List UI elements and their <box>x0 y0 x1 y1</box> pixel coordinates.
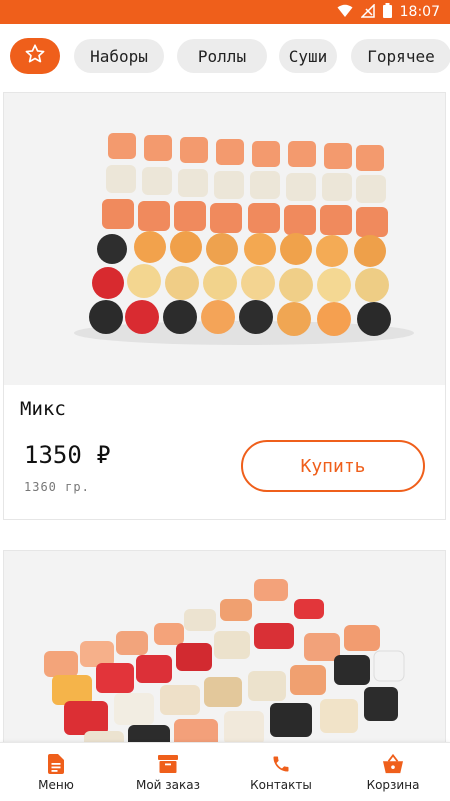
nav-label-cart: Корзина <box>366 778 420 792</box>
nav-item-cart[interactable]: Корзина <box>337 743 449 801</box>
status-icons: 18:07 <box>337 2 440 22</box>
status-time: 18:07 <box>399 4 440 20</box>
product-card[interactable]: Микс 1350 ₽ 1360 гр. Купить <box>3 92 446 520</box>
nav-item-contacts[interactable]: Контакты <box>225 743 337 801</box>
nav-item-menu[interactable]: Меню <box>0 743 112 801</box>
tab-rolls[interactable]: Роллы <box>177 39 267 73</box>
tab-sets-label: Наборы <box>90 46 148 66</box>
tab-hot-label: Горячее <box>367 46 435 66</box>
favorites-button[interactable] <box>10 38 60 74</box>
product-list: Микс 1350 ₽ 1360 гр. Купить <box>0 90 450 742</box>
no-signal-icon <box>359 2 375 22</box>
wifi-icon <box>337 3 353 22</box>
box-icon <box>156 752 180 776</box>
document-icon <box>44 752 68 776</box>
product-image[interactable] <box>4 551 445 742</box>
status-bar: 18:07 <box>0 0 450 24</box>
product-image[interactable] <box>4 93 445 385</box>
tab-sushi[interactable]: Суши <box>279 39 337 73</box>
phone-icon <box>269 752 293 776</box>
product-price: 1350 ₽ <box>24 441 111 469</box>
tab-sushi-label: Суши <box>288 46 328 66</box>
star-icon <box>24 43 46 69</box>
nav-item-my-order[interactable]: Мой заказ <box>112 743 224 801</box>
tab-rolls-label: Роллы <box>197 46 247 66</box>
product-title: Микс <box>20 398 66 420</box>
buy-button[interactable]: Купить <box>241 440 425 492</box>
nav-label-contacts: Контакты <box>250 778 312 792</box>
category-tabs: Наборы Роллы Суши Горячее <box>0 24 450 90</box>
basket-icon <box>381 752 405 776</box>
product-weight: 1360 гр. <box>24 480 90 494</box>
nav-label-menu: Меню <box>38 778 74 792</box>
tab-sets[interactable]: Наборы <box>74 39 164 73</box>
product-card[interactable] <box>3 550 446 742</box>
battery-icon <box>382 2 392 22</box>
tab-hot[interactable]: Горячее <box>351 39 450 73</box>
bottom-nav: Меню Мой заказ Контакты Корзина <box>0 742 450 801</box>
nav-label-my-order: Мой заказ <box>135 778 201 792</box>
